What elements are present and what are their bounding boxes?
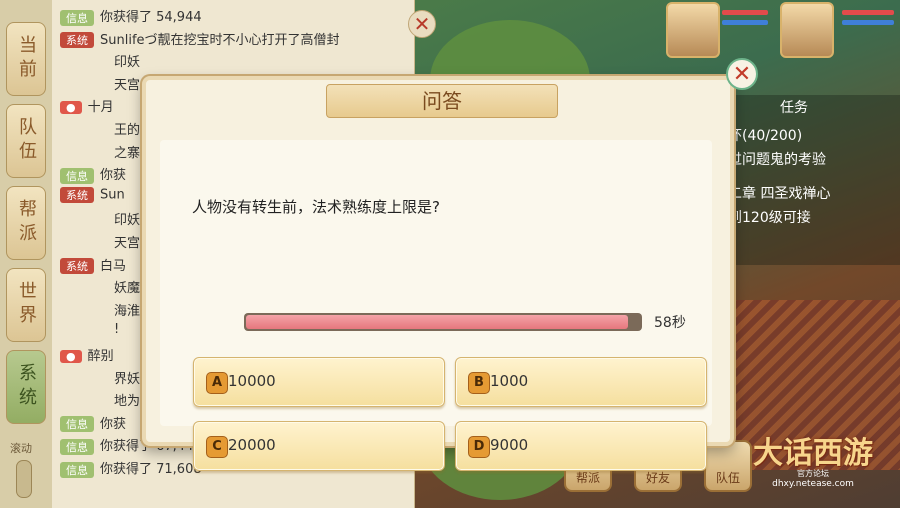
option-text: 20000	[228, 436, 276, 454]
timer-bar	[244, 313, 642, 331]
option-d-button[interactable]: D 9000	[455, 421, 707, 471]
dialog-close-button[interactable]: ✕	[726, 58, 758, 90]
dialog-body: 人物没有转生前，法术熟练度上限是? 58秒 A 10000 B 1000 C 2…	[160, 140, 712, 471]
dialog-overlay: 问答 ✕ 人物没有转生前，法术熟练度上限是? 58秒 A 10000 B 100…	[0, 0, 900, 508]
timer-fill	[246, 315, 628, 329]
dialog-title: 问答	[422, 89, 462, 113]
option-letter: B	[468, 372, 490, 394]
option-letter: C	[206, 436, 228, 458]
option-text: 9000	[490, 436, 529, 454]
option-text: 10000	[228, 372, 276, 390]
option-text: 1000	[490, 372, 529, 390]
timer-text: 58秒	[654, 315, 686, 331]
option-b-button[interactable]: B 1000	[455, 357, 707, 407]
option-a-button[interactable]: A 10000	[193, 357, 445, 407]
option-c-button[interactable]: C 20000	[193, 421, 445, 471]
dialog-title-bar: 问答	[326, 84, 558, 118]
option-letter: D	[468, 436, 490, 458]
quiz-dialog: 问答 ✕ 人物没有转生前，法术熟练度上限是? 58秒 A 10000 B 100…	[142, 58, 758, 471]
question-text: 人物没有转生前，法术熟练度上限是?	[192, 198, 440, 216]
option-letter: A	[206, 372, 228, 394]
